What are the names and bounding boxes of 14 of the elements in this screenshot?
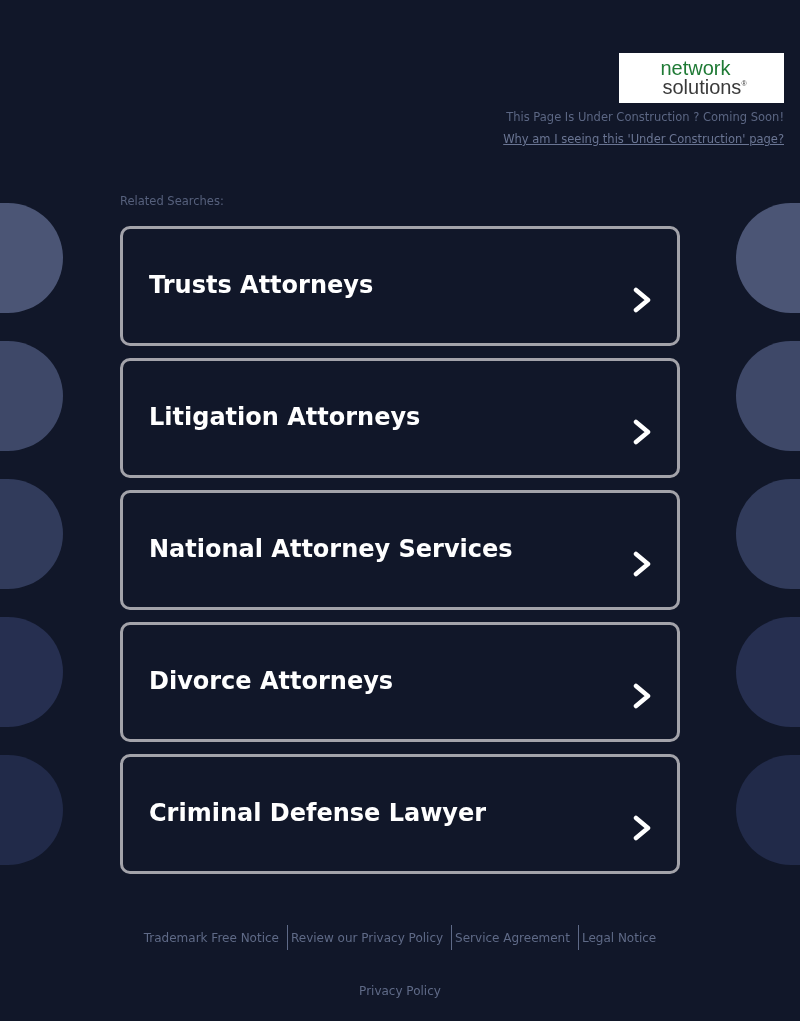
chevron-right-icon (633, 419, 651, 445)
related-search-link[interactable]: Divorce Attorneys (120, 622, 680, 742)
chevron-right-icon (633, 551, 651, 577)
logo[interactable]: network solutions$^{®}$ (619, 53, 784, 103)
chevron-right-icon (633, 815, 651, 841)
chevron-right-icon (633, 287, 651, 313)
help-link[interactable]: Why am I seeing this 'Under Construction' page? (503, 131, 784, 147)
chevron-right-icon (633, 683, 651, 709)
related-search-link[interactable]: Litigation Attorneys (120, 358, 680, 478)
construction-notice: This Page Is Under Construction ? Coming Soon! (506, 109, 784, 125)
related-search-link[interactable]: National Attorney Services (120, 490, 680, 610)
related-search-link[interactable]: Trusts Attorneys (120, 226, 680, 346)
related-searches-heading: Related Searches: (120, 193, 224, 209)
related-search-link[interactable]: Criminal Defense Lawyer (120, 754, 680, 874)
